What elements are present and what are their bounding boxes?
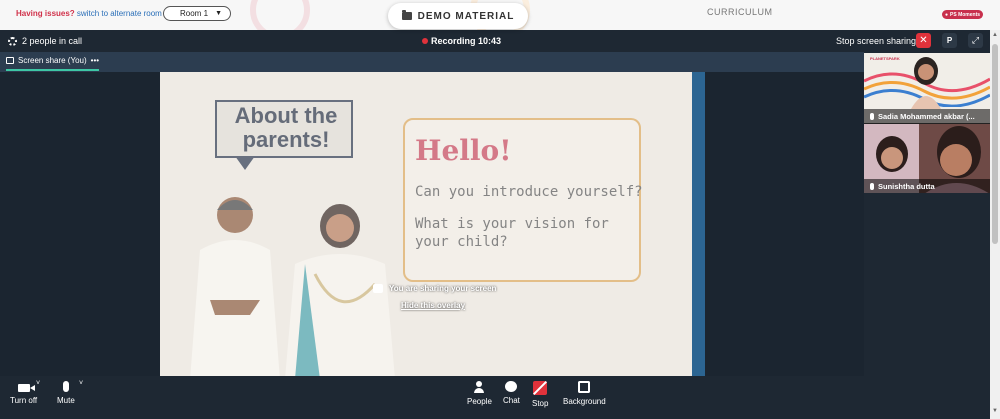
alternate-room-link[interactable]: switch to alternate room — [77, 9, 162, 18]
tab-screen-share[interactable]: Screen share (You) ••• — [6, 56, 100, 71]
planetspark-logo: PLANETSPARK — [870, 56, 900, 61]
hide-overlay-link[interactable]: Hide this overlay — [401, 301, 465, 310]
sharing-message: You are sharing your screen — [373, 284, 496, 293]
curriculum-tab[interactable]: CURRICULUM — [707, 7, 773, 17]
room-select[interactable]: Room 1 ▼ — [163, 6, 231, 21]
expand-icon: ⤢ — [971, 35, 980, 45]
screen-share-stage: About the parents! Hello! Can you introd… — [0, 72, 864, 376]
demo-material-label: DEMO MATERIAL — [417, 10, 515, 22]
chevron-down-icon: ▼ — [215, 10, 222, 17]
recording-indicator: Recording 10:43 — [422, 36, 501, 46]
mic-icon — [870, 182, 874, 190]
background-button[interactable]: Background — [563, 381, 606, 406]
close-icon: ✕ — [919, 35, 928, 46]
folder-icon — [401, 10, 412, 20]
participant-name: Sadia Mohammed akbar (... — [878, 111, 975, 121]
record-dot-icon — [422, 38, 428, 44]
people-count: 2 people in call — [22, 36, 83, 46]
issues-text: Having issues? — [16, 9, 75, 18]
stop-sharing-button[interactable]: Stop — [532, 381, 548, 408]
video-call-window: 2 people in call Recording 10:43 Stop sc… — [0, 30, 990, 419]
camera-icon — [17, 384, 35, 392]
chat-button[interactable]: Chat — [503, 381, 520, 405]
sharing-overlay — [160, 72, 692, 376]
microphone-icon — [62, 381, 69, 392]
turn-off-label: Turn off — [10, 396, 38, 405]
scroll-up-icon[interactable]: ▲ — [992, 32, 998, 38]
sharing-message-text: You are sharing your screen — [389, 284, 497, 293]
people-label: People — [467, 397, 492, 406]
background-icon — [578, 381, 591, 393]
room-select-value: Room 1 — [180, 9, 209, 18]
fullscreen-button[interactable]: ⤢ — [968, 33, 983, 48]
participant-name: Sunishtha dutta — [878, 181, 935, 191]
participant-tile[interactable]: Sunishtha dutta — [864, 123, 990, 193]
screen-share-tab-label: Screen share (You) — [18, 56, 87, 65]
mute-label: Mute — [57, 396, 75, 405]
chevron-down-icon[interactable]: ˅ — [36, 380, 40, 387]
screen-share-icon — [373, 284, 383, 293]
participant-name-bar: Sunishtha dutta — [864, 179, 990, 193]
participant-name-bar: Sadia Mohammed akbar (... — [864, 109, 990, 123]
recording-time: Recording 10:43 — [431, 36, 502, 46]
turn-off-camera-button[interactable]: Turn off — [10, 381, 37, 405]
ps-moments-label: PS Moments — [950, 11, 981, 18]
call-controls: Turn off ˅ Mute ˅ People Chat Stop Backg… — [0, 376, 990, 419]
ps-moments-badge[interactable]: ● PS Moments — [942, 10, 984, 19]
people-button[interactable]: People — [467, 381, 492, 406]
scrollbar-thumb[interactable] — [992, 44, 998, 244]
mute-button[interactable]: Mute — [57, 381, 75, 405]
more-options-icon[interactable]: ••• — [91, 56, 99, 65]
people-in-call[interactable]: 2 people in call — [8, 36, 82, 46]
slide-edge-strip — [692, 72, 705, 376]
chat-label: Chat — [503, 396, 520, 405]
share-tab-bar: Screen share (You) ••• — [0, 52, 864, 72]
gear-icon[interactable] — [8, 36, 17, 46]
page-topbar: Having issues? switch to alternate room … — [0, 0, 1000, 40]
background-label: Background — [563, 397, 606, 406]
participant-tile[interactable]: PLANETSPARK Sadia Mohammed akbar (... — [864, 53, 990, 123]
chevron-down-icon[interactable]: ˅ — [79, 380, 83, 387]
app-window: Having issues? switch to alternate room … — [0, 0, 1000, 419]
scroll-down-icon[interactable]: ▼ — [992, 408, 998, 414]
screen-share-icon — [6, 57, 14, 64]
stop-share-icon — [533, 381, 548, 395]
stop-screen-sharing-label[interactable]: Stop screen sharing — [836, 36, 916, 46]
p-button[interactable]: P — [942, 33, 957, 48]
chat-bubble-icon — [505, 381, 518, 392]
camera-icon: ● — [945, 11, 949, 18]
call-header: 2 people in call Recording 10:43 Stop sc… — [0, 30, 990, 52]
stop-sharing-close-button[interactable]: ✕ — [916, 33, 931, 48]
stop-label: Stop — [532, 399, 549, 408]
participant-video — [911, 57, 941, 109]
issues-notice: Having issues? switch to alternate room — [16, 9, 162, 18]
page-scrollbar[interactable]: ▲ ▼ — [990, 30, 1000, 419]
mic-icon — [870, 112, 874, 120]
presentation-slide: About the parents! Hello! Can you introd… — [160, 72, 692, 376]
demo-material-button[interactable]: DEMO MATERIAL — [388, 3, 528, 29]
person-icon — [473, 381, 485, 393]
